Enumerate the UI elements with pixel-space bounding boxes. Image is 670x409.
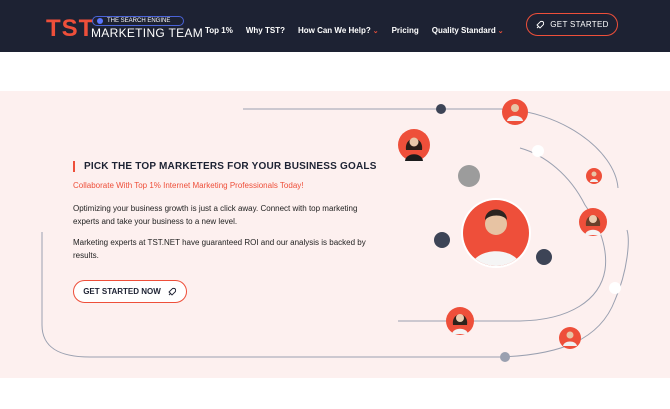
- avatar: [502, 99, 528, 125]
- avatar: [398, 129, 430, 161]
- orbit-dot: [609, 282, 621, 294]
- get-started-now-label: GET STARTED NOW: [83, 287, 161, 296]
- orbit-dot: [532, 145, 544, 157]
- avatar: [579, 208, 607, 236]
- page: TST THE SEARCH ENGINE MARKETING TEAM Top…: [0, 0, 670, 409]
- rocket-icon: [168, 287, 176, 296]
- orbit-dot: [434, 232, 450, 248]
- orbit-dot: [500, 352, 510, 362]
- avatar: [559, 327, 581, 349]
- avatar: [586, 168, 602, 184]
- orbit-dot: [536, 249, 552, 265]
- hero-paragraph: Marketing experts at TST.NET have guaran…: [73, 238, 366, 260]
- orbit-dot: [436, 104, 446, 114]
- hero-paragraph: Optimizing your business growth is just …: [73, 204, 358, 226]
- hero-subtitle: Collaborate With Top 1% Internet Marketi…: [73, 181, 304, 190]
- get-started-now-button[interactable]: GET STARTED NOW: [73, 280, 187, 303]
- hero-title: PICK THE TOP MARKETERS FOR YOUR BUSINESS…: [84, 161, 377, 172]
- orbit-line-top: [243, 108, 619, 189]
- avatar: [446, 307, 474, 335]
- title-accent-bar: [73, 161, 75, 172]
- orbit-dot: [458, 165, 480, 187]
- avatar-featured: [461, 198, 531, 268]
